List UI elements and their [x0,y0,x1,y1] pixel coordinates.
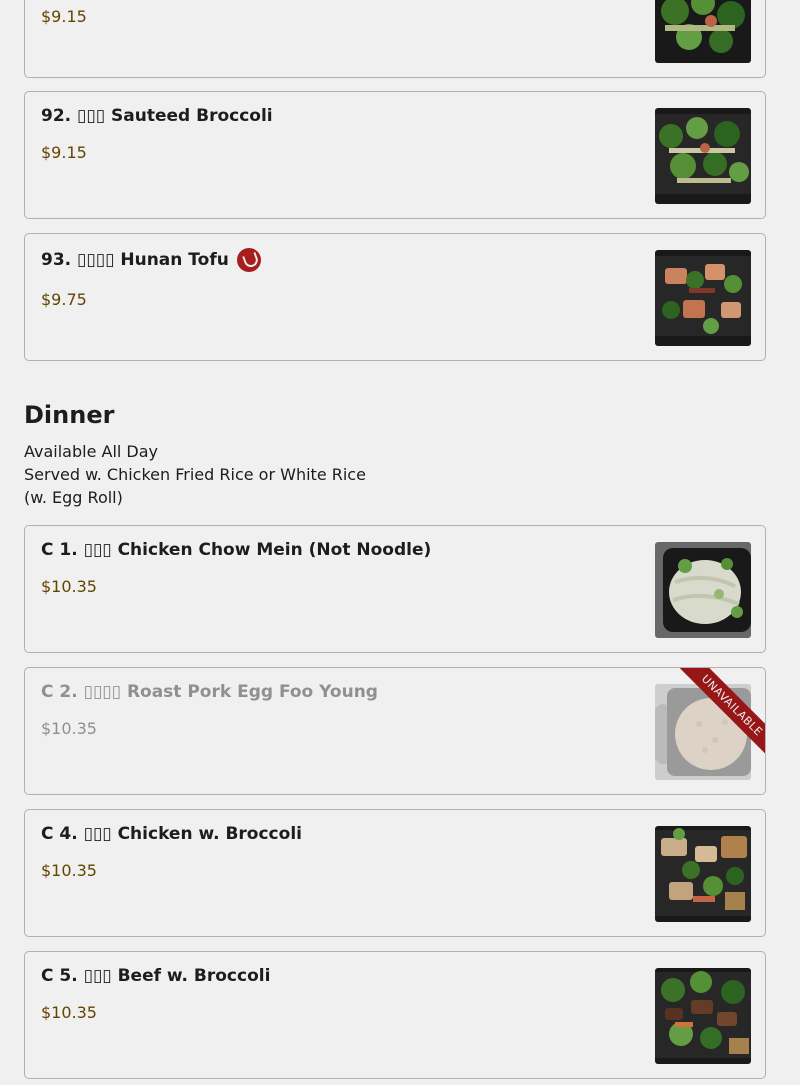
item-price: $10.35 [41,577,97,596]
food-photo [655,542,751,638]
menu-item-card[interactable]: 92. ▯▯▯ Sauteed Broccoli $9.15 [24,91,766,219]
food-photo [655,826,751,922]
unavailable-ribbon: UNAVAILABLE [666,668,765,767]
item-price: $9.15 [41,7,87,26]
food-photo [655,0,751,63]
item-name: C 4. ▯▯▯ Chicken w. Broccoli [41,824,302,844]
description-line: (w. Egg Roll) [24,488,123,507]
food-photo [655,250,751,346]
item-price: $9.75 [41,290,87,309]
description-line: Served w. Chicken Fried Rice or White Ri… [24,465,366,484]
menu-item-card[interactable]: C 4. ▯▯▯ Chicken w. Broccoli $10.35 [24,809,766,937]
menu-item-card[interactable]: C 5. ▯▯▯ Beef w. Broccoli $10.35 [24,951,766,1079]
menu-item-card[interactable]: C 1. ▯▯▯ Chicken Chow Mein (Not Noodle) … [24,525,766,653]
description-line: Available All Day [24,442,159,461]
item-name: 93. ▯▯▯▯ Hunan Tofu [41,248,261,272]
section-title: Dinner [24,401,115,429]
section-description: Available All Day Served w. Chicken Frie… [24,440,366,509]
food-photo [655,968,751,1064]
item-name: C 1. ▯▯▯ Chicken Chow Mein (Not Noodle) [41,540,432,560]
menu-item-card[interactable]: C 2. ▯▯▯▯ Roast Pork Egg Foo Young $10.3… [24,667,766,795]
menu-item-card[interactable]: 93. ▯▯▯▯ Hunan Tofu $9.75 [24,233,766,361]
item-price: $10.35 [41,861,97,880]
food-photo [655,108,751,204]
item-name: C 2. ▯▯▯▯ Roast Pork Egg Foo Young [41,682,378,702]
item-name: 92. ▯▯▯ Sauteed Broccoli [41,106,273,126]
spicy-pepper-icon [236,248,261,272]
item-price: $9.15 [41,143,87,162]
item-price: $10.35 [41,1003,97,1022]
item-name: C 5. ▯▯▯ Beef w. Broccoli [41,966,271,986]
unavailable-badge: UNAVAILABLE [675,668,765,763]
item-price: $10.35 [41,719,97,738]
menu-page: $9.15 92. ▯▯▯ Sauteed Broccoli $9.15 93.… [0,0,800,1085]
menu-item-card[interactable]: $9.15 [24,0,766,78]
